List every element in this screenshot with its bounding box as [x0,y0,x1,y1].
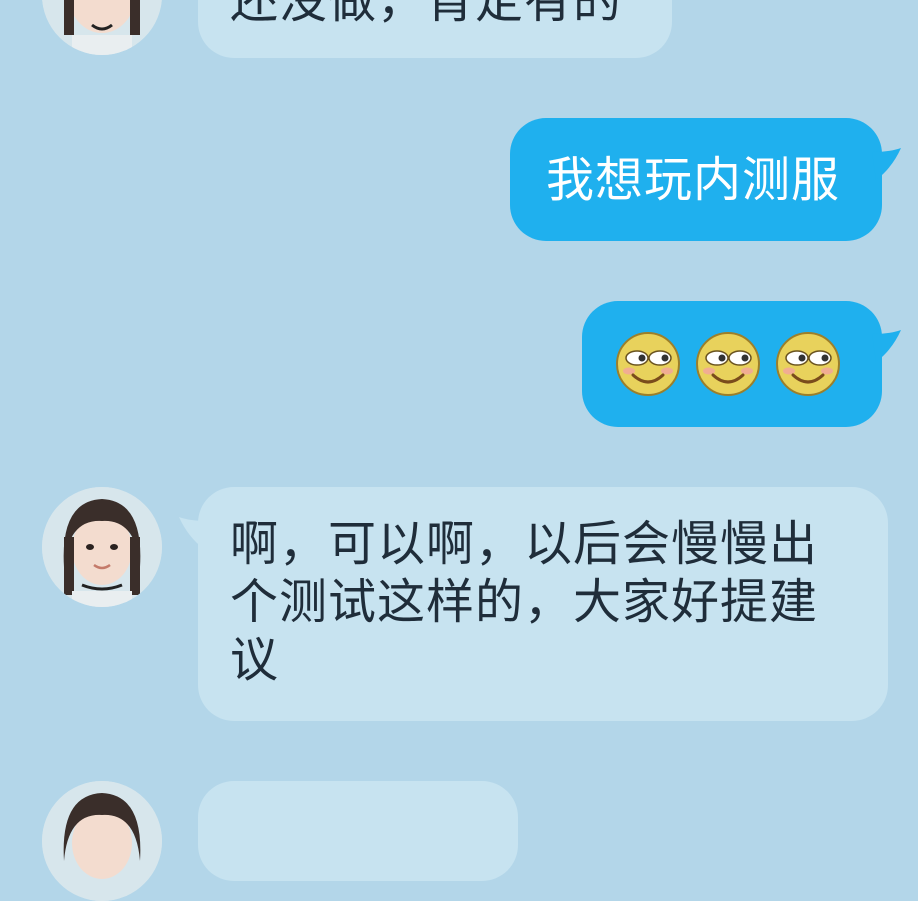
contact-avatar[interactable] [42,0,162,55]
contact-avatar[interactable] [42,781,162,901]
grinning-sideeye-emoji [616,332,680,396]
grinning-sideeye-emoji [696,332,760,396]
bubble-tail [872,148,901,180]
message-text: 啊，可以啊，以后会慢慢出个测试这样的，大家好提建议 [230,516,819,688]
message-bubble-outgoing-emoji[interactable] [582,301,882,427]
message-bubble-incoming[interactable]: 啊，可以啊，以后会慢慢出个测试这样的，大家好提建议 [198,487,888,721]
message-bubble-outgoing[interactable]: 我想玩内测服 [510,118,882,241]
message-text: 还没做，肯定有的 [230,0,623,29]
message-bubble-incoming[interactable] [198,781,518,881]
chat-window: 还没做，肯定有的 我想玩内测服 啊，可以啊，以后会慢慢出个测试这样的，大家好提建… [0,0,918,901]
message-bubble-incoming[interactable]: 还没做，肯定有的 [198,0,672,58]
contact-avatar[interactable] [42,487,162,607]
grinning-sideeye-emoji [776,332,840,396]
bubble-tail [872,330,901,362]
message-text: 我想玩内测服 [546,151,841,208]
